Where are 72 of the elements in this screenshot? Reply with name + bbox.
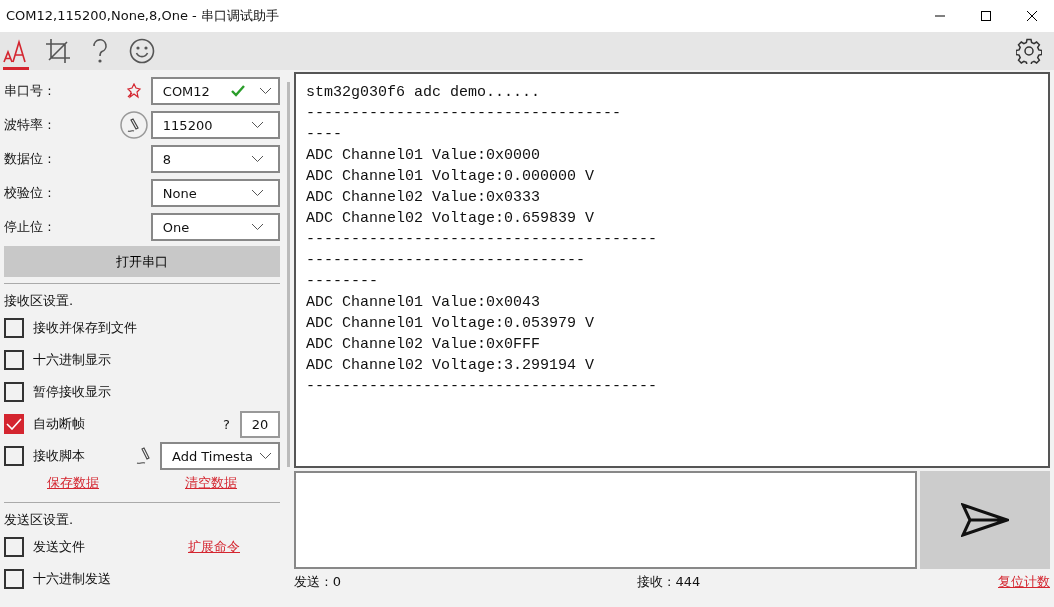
section-title: 接收区设置. [4, 292, 75, 310]
chevron-icon [251, 223, 264, 231]
section-title: 发送区设置. [4, 511, 75, 529]
setting-label: 校验位 : [4, 184, 53, 202]
smiley-icon [129, 38, 155, 64]
output-line: ----------------------------------- [306, 104, 623, 124]
help-mark[interactable]: ? [223, 416, 230, 432]
dropdown[interactable]: Add Timesta [160, 442, 280, 470]
pen-icon[interactable] [136, 447, 152, 465]
checkbox-label: 自动断帧 [33, 415, 86, 433]
checkbox[interactable] [4, 350, 24, 370]
output-line: ADC Channel02 Value:0x0333 [306, 188, 542, 208]
checkbox[interactable] [4, 414, 24, 434]
output-line: ADC Channel02 Voltage:0.659839 V [306, 209, 596, 229]
dropdown[interactable]: None [150, 179, 280, 207]
dropdown[interactable]: 115200 [150, 111, 280, 139]
link[interactable]: 扩展命令 [188, 538, 240, 556]
dropdown[interactable]: COM12 [150, 77, 280, 105]
check-icon [231, 85, 245, 97]
send-button[interactable] [920, 471, 1050, 569]
setting-label: 数据位 : [4, 150, 53, 168]
received-count: 接收 : 444 [636, 573, 702, 591]
checkbox-label: 暂停接收显示 [33, 383, 112, 401]
checkbox-label: 发送文件 [33, 538, 86, 556]
maximize-icon[interactable] [980, 10, 992, 22]
output-line: ADC Channel01 Value:0x0043 [306, 293, 542, 313]
checkbox[interactable] [4, 318, 24, 338]
output-line: ADC Channel02 Voltage:3.299194 V [306, 356, 596, 376]
window-title: COM12,115200,None,8,One - 串口调试助手 [6, 7, 279, 25]
output-line: ADC Channel01 Value:0x0000 [306, 146, 542, 166]
checkbox[interactable] [4, 569, 24, 589]
chevron-icon [251, 189, 264, 197]
setting-label: 停止位 : [4, 218, 53, 236]
send-input[interactable] [294, 471, 917, 569]
chevron-icon [259, 87, 272, 95]
link[interactable]: 清空数据 [185, 474, 237, 492]
close-icon[interactable] [1026, 10, 1038, 22]
checkbox-label: 十六进制显示 [33, 351, 112, 369]
output-line: ------------------------------- [306, 251, 587, 271]
chevron-icon [258, 452, 272, 460]
checkbox-label: 接收并保存到文件 [33, 319, 138, 337]
reset-count-link[interactable]: 复位计数 [998, 573, 1050, 591]
output-line: --------------------------------------- [306, 230, 659, 250]
output-line: ADC Channel01 Voltage:0.000000 V [306, 167, 596, 187]
output-line: stm32g030f6 adc demo...... [306, 83, 542, 103]
checkbox-label: 接收脚本 [33, 447, 86, 465]
receive-area[interactable] [294, 72, 1050, 468]
dropdown[interactable]: 8 [150, 145, 280, 173]
checkbox[interactable] [4, 537, 24, 557]
chevron-icon [251, 121, 264, 129]
chevron-icon [251, 155, 264, 163]
setting-label: 波特率 : [4, 116, 53, 134]
pen-icon[interactable] [119, 111, 148, 139]
checkbox[interactable] [4, 446, 24, 466]
output-line: ADC Channel02 Value:0x0FFF [306, 335, 542, 355]
number-field[interactable]: 20 [240, 410, 280, 438]
link[interactable]: 保存数据 [47, 474, 99, 492]
scrollbar[interactable] [287, 82, 290, 467]
open-port-button[interactable]: 打开串口 [4, 246, 280, 277]
settings-icon[interactable] [1016, 38, 1042, 64]
output-line: -------- [306, 272, 379, 292]
crop-icon [45, 38, 71, 64]
sent-count: 发送 : 0 [294, 573, 341, 591]
checkbox[interactable] [4, 382, 24, 402]
output-line: --------------------------------------- [306, 377, 659, 397]
setting-label: 串口号 : [4, 82, 53, 100]
font-icon [3, 38, 29, 64]
output-line: ---- [306, 125, 343, 145]
send-icon [961, 503, 1009, 537]
dropdown[interactable]: One [150, 213, 280, 241]
output-line: ADC Channel01 Voltage:0.053979 V [306, 314, 596, 334]
checkbox-label: 十六进制发送 [33, 570, 112, 588]
